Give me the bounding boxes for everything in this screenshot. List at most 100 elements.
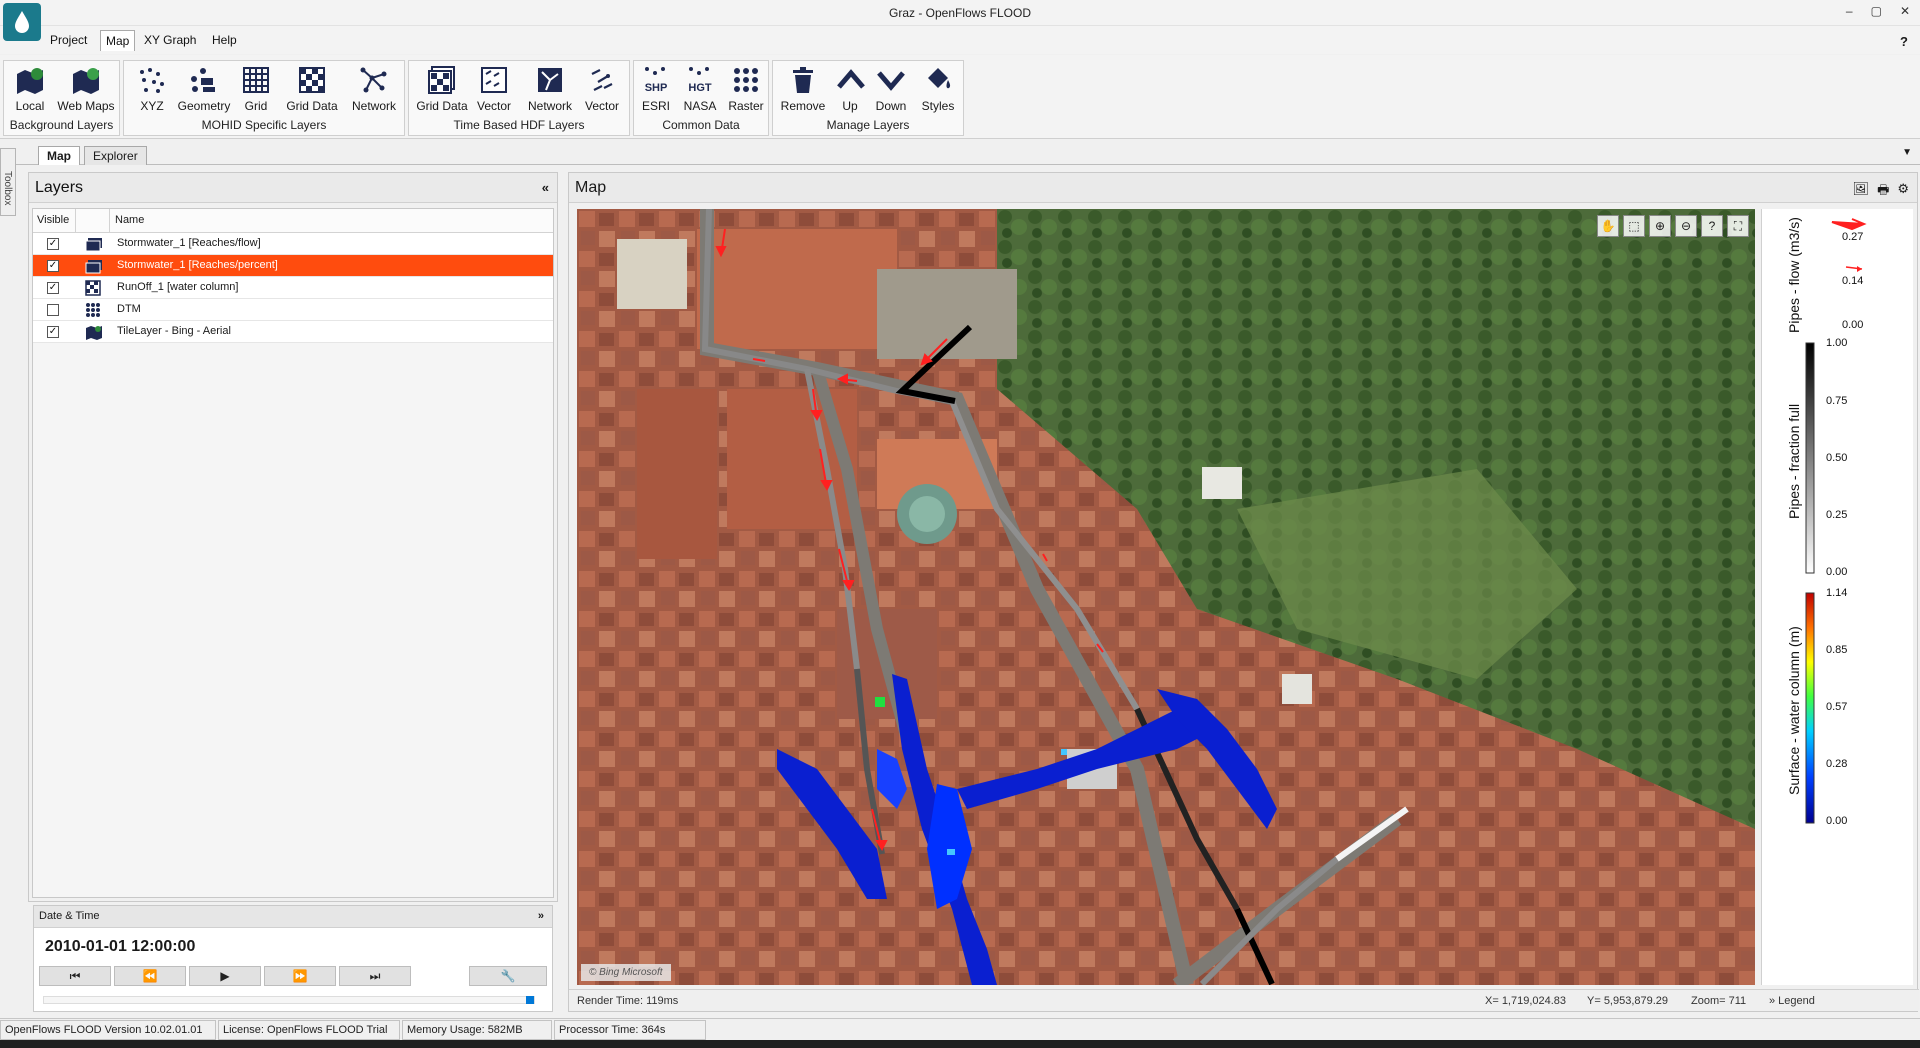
visible-checkbox[interactable]: ✓: [47, 260, 59, 272]
play-icon: ▶: [220, 969, 230, 983]
hgt-icon: HGT: [684, 65, 716, 95]
layers-panel: Layers « Visible Name ✓ Stormwater_1 [Re…: [28, 172, 558, 902]
layer-row[interactable]: DTM: [33, 299, 553, 321]
layer-row[interactable]: ✓ Stormwater_1 [Reaches/flow]: [33, 233, 553, 255]
ribbon-group-title: MOHID Specific Layers: [201, 118, 327, 132]
menu-bar: Project Map XY Graph Help ?: [0, 26, 1920, 54]
flow-legend-label: Pipes - flow (m3/s): [1786, 217, 1802, 333]
wrench-icon: 🔧: [500, 969, 516, 983]
close-button[interactable]: ✕: [1900, 4, 1910, 18]
hdf-network-button[interactable]: Network: [523, 65, 577, 113]
svg-text:HGT: HGT: [688, 82, 712, 94]
xyz-button[interactable]: XYZ: [132, 65, 172, 113]
layer-row-selected[interactable]: ✓ Stormwater_1 [Reaches/percent]: [33, 255, 553, 277]
app-logo-icon[interactable]: [3, 3, 41, 41]
ribbon-group-mohid: XYZ Geometry Grid Grid Data Network MOHI…: [123, 60, 405, 136]
menu-help[interactable]: Help: [206, 32, 243, 48]
export-image-icon[interactable]: 🖼: [1853, 181, 1870, 203]
shp-icon: SHP: [640, 65, 672, 95]
first-frame-button[interactable]: ⏮: [39, 966, 111, 986]
status-bar: OpenFlows FLOOD Version 10.02.01.01 Lice…: [0, 1018, 1920, 1040]
map-canvas[interactable]: ✋ ⬚ ⊕ ⊖ ? ⛶ © Bing Microsoft: [577, 209, 1755, 985]
gear-icon[interactable]: ⚙: [1897, 181, 1909, 203]
play-button[interactable]: ▶: [189, 966, 261, 986]
grid-icon: [240, 65, 272, 95]
step-forward-button[interactable]: ⏩: [264, 966, 336, 986]
geometry-button[interactable]: Geometry: [176, 65, 232, 113]
full-extent-icon[interactable]: ⛶: [1727, 215, 1749, 237]
network-button[interactable]: Network: [346, 65, 402, 113]
vector-button[interactable]: Vector: [579, 65, 625, 113]
local-button[interactable]: Local: [10, 65, 50, 113]
pan-hand-icon[interactable]: ✋: [1597, 215, 1619, 237]
ribbon-group-title: Manage Layers: [826, 118, 910, 132]
zoom-box-icon[interactable]: ⬚: [1623, 215, 1645, 237]
raster-icon: [730, 65, 762, 95]
time-progress-handle[interactable]: [526, 996, 534, 1004]
hdf-vector-button[interactable]: Vector: [471, 65, 517, 113]
step-forward-icon: ⏩: [292, 969, 308, 983]
hdf-network-icon: [534, 65, 566, 95]
remove-button[interactable]: Remove: [777, 65, 829, 113]
info-query-icon[interactable]: ?: [1701, 215, 1723, 237]
map-attribution: © Bing Microsoft: [581, 964, 671, 981]
visible-checkbox[interactable]: ✓: [47, 326, 59, 338]
fraction-tick: 1.00: [1826, 337, 1848, 349]
visible-checkbox[interactable]: [47, 304, 59, 316]
column-visible[interactable]: Visible: [37, 214, 69, 226]
settings-button[interactable]: 🔧: [469, 966, 547, 986]
raster-layer-icon: [85, 302, 103, 318]
visible-checkbox[interactable]: ✓: [47, 238, 59, 250]
water-tick: 0.85: [1826, 644, 1848, 656]
menu-project[interactable]: Project: [44, 32, 93, 48]
web-maps-button[interactable]: Web Maps: [56, 65, 116, 113]
aerial-map[interactable]: [577, 209, 1755, 985]
down-button[interactable]: Down: [871, 65, 911, 113]
grid-layer-icon: [85, 280, 103, 296]
tile-layer-icon: [85, 324, 103, 340]
layer-name: RunOff_1 [water column]: [117, 281, 239, 293]
layer-name: Stormwater_1 [Reaches/flow]: [117, 237, 261, 249]
up-button[interactable]: Up: [835, 65, 865, 113]
zoom-in-icon[interactable]: ⊕: [1649, 215, 1671, 237]
legend-toggle[interactable]: » Legend: [1769, 995, 1815, 1007]
visible-checkbox[interactable]: ✓: [47, 282, 59, 294]
help-icon[interactable]: ?: [1900, 34, 1908, 49]
ribbon-group-title: Background Layers: [9, 118, 114, 132]
network-layer-icon: [85, 258, 103, 274]
hdf-vector-icon: [478, 65, 510, 95]
x-coordinate: X= 1,719,024.83: [1485, 995, 1567, 1007]
toolbox-label: Toolbox: [2, 171, 13, 206]
grid-button[interactable]: Grid: [236, 65, 276, 113]
time-progress-bar[interactable]: [43, 996, 535, 1004]
grid-data-button[interactable]: Grid Data: [282, 65, 342, 113]
hdf-grid-data-icon: [426, 65, 458, 95]
license-status: License: OpenFlows FLOOD Trial: [218, 1020, 400, 1040]
date-time-title: Date & Time: [39, 910, 100, 922]
esri-button[interactable]: SHP ESRI: [638, 65, 674, 113]
tab-dropdown-icon[interactable]: ▼: [1902, 147, 1912, 158]
maximize-button[interactable]: ▢: [1871, 4, 1882, 18]
zoom-out-icon[interactable]: ⊖: [1675, 215, 1697, 237]
last-frame-button[interactable]: ⏭: [339, 966, 411, 986]
collapse-panel-icon[interactable]: «: [542, 180, 549, 195]
raster-button[interactable]: Raster: [726, 65, 766, 113]
layer-row[interactable]: ✓ RunOff_1 [water column]: [33, 277, 553, 299]
toolbox-tab[interactable]: Toolbox: [0, 148, 16, 216]
column-name[interactable]: Name: [115, 214, 144, 226]
layer-row[interactable]: ✓ TileLayer - Bing - Aerial: [33, 321, 553, 343]
print-icon[interactable]: 🖶: [1877, 181, 1889, 203]
tab-explorer[interactable]: Explorer: [84, 146, 147, 165]
hdf-grid-data-button[interactable]: Grid Data: [415, 65, 469, 113]
styles-button[interactable]: Styles: [917, 65, 959, 113]
menu-map[interactable]: Map: [100, 30, 136, 51]
flow-value-zero: 0.00: [1842, 319, 1864, 331]
collapse-date-time-icon[interactable]: »: [538, 910, 544, 922]
tab-map[interactable]: Map: [38, 146, 80, 165]
minimize-button[interactable]: –: [1846, 4, 1853, 18]
menu-xy-graph[interactable]: XY Graph: [138, 32, 202, 48]
taskbar-edge: [0, 1040, 1920, 1048]
step-back-button[interactable]: ⏪: [114, 966, 186, 986]
nasa-button[interactable]: HGT NASA: [680, 65, 720, 113]
fraction-tick: 0.75: [1826, 395, 1848, 407]
